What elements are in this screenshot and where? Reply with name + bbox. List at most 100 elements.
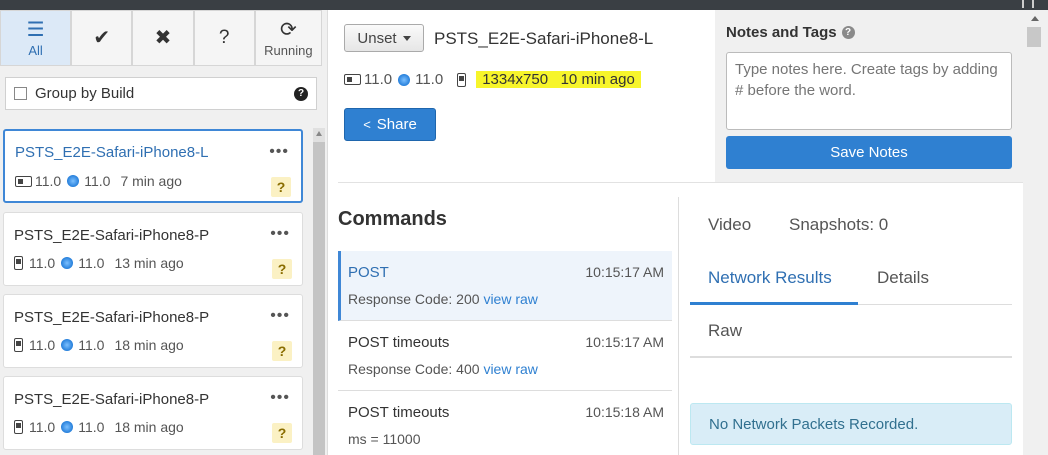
filter-bar: ☰ All ✔ ✖ ? ⟳ Running (0, 10, 322, 68)
active-tab-indicator (690, 302, 858, 305)
notes-heading: Notes and Tags ? (726, 24, 855, 41)
view-raw-link[interactable]: view raw (483, 361, 537, 377)
tab-raw[interactable]: Raw (708, 321, 742, 341)
filter-all-label: All (28, 42, 43, 58)
scrollbar-thumb[interactable] (313, 142, 325, 455)
os-version: 11.0 (35, 173, 62, 189)
build-meta: 11.0 11.0 18 min ago (14, 419, 184, 435)
browser-version: 11.0 (78, 255, 105, 271)
group-by-build-toggle[interactable]: Group by Build ? (5, 77, 317, 110)
build-name: PSTS_E2E-Safari-iPhone8-L (15, 144, 209, 161)
tab-divider (690, 356, 1012, 358)
portrait-device-icon (14, 256, 23, 270)
filter-unknown-button[interactable]: ? (193, 10, 255, 66)
top-window-strip (0, 0, 1048, 10)
group-by-build-checkbox[interactable] (14, 87, 27, 100)
build-time: 13 min ago (114, 255, 184, 271)
save-notes-button[interactable]: Save Notes (726, 136, 1012, 169)
builds-sidebar: ☰ All ✔ ✖ ? ⟳ Running Group by Build ? P… (0, 10, 328, 455)
build-time: 18 min ago (114, 419, 184, 435)
build-name: PSTS_E2E-Safari-iPhone8-P (14, 391, 210, 408)
share-label: Share (376, 116, 417, 133)
status-dropdown[interactable]: Unset (344, 24, 424, 52)
command-title: POST (348, 264, 389, 281)
status-badge: ? (272, 259, 292, 279)
portrait-device-icon (14, 338, 23, 352)
command-title: POST timeouts (348, 334, 450, 351)
tab-network-results[interactable]: Network Results (708, 268, 832, 288)
command-detail-text: Response Code: 400 (348, 361, 480, 377)
build-card[interactable]: PSTS_E2E-Safari-iPhone8-L ••• 11.0 11.0 … (3, 129, 303, 203)
page-scrollbar[interactable] (1023, 10, 1048, 455)
notes-input[interactable] (726, 52, 1012, 130)
builds-scrollbar[interactable] (313, 128, 325, 455)
filter-running-button[interactable]: ⟳ Running (254, 10, 322, 66)
safari-icon (61, 339, 74, 351)
more-options-icon[interactable]: ••• (270, 225, 290, 243)
test-meta: 11.0 11.0 1334x750 10 min ago (344, 71, 641, 88)
filter-passed-button[interactable]: ✔ (71, 10, 133, 66)
status-badge: ? (272, 423, 292, 443)
browser-version: 11.0 (78, 419, 105, 435)
help-icon[interactable]: ? (294, 86, 308, 101)
more-options-icon[interactable]: ••• (270, 307, 290, 325)
landscape-device-icon (344, 74, 361, 85)
status-dropdown-value: Unset (357, 29, 397, 47)
divider (678, 197, 679, 455)
status-badge: ? (272, 341, 292, 361)
resolution-and-time: 1334x750 10 min ago (476, 71, 641, 88)
os-version: 11.0 (29, 419, 56, 435)
more-options-icon[interactable]: ••• (269, 143, 289, 161)
tab-details[interactable]: Details (877, 268, 929, 288)
help-icon[interactable]: ? (841, 26, 855, 39)
share-icon: < (363, 117, 371, 132)
safari-icon (67, 175, 80, 187)
builds-list: PSTS_E2E-Safari-iPhone8-L ••• 11.0 11.0 … (0, 128, 310, 455)
filter-all-button[interactable]: ☰ All (0, 10, 72, 66)
safari-icon (398, 73, 411, 86)
command-time: 10:15:18 AM (585, 404, 664, 420)
build-card[interactable]: PSTS_E2E-Safari-iPhone8-P ••• 11.0 11.0 … (3, 376, 303, 450)
browser-version: 11.0 (415, 71, 444, 88)
list-icon: ☰ (26, 18, 45, 41)
more-options-icon[interactable]: ••• (270, 389, 290, 407)
notes-panel: Notes and Tags ? Save Notes (715, 10, 1023, 182)
network-alert: No Network Packets Recorded. (690, 403, 1012, 445)
x-icon: ✖ (154, 27, 172, 49)
scrollbar-thumb[interactable] (1027, 27, 1041, 47)
command-time: 10:15:17 AM (585, 264, 664, 280)
scroll-up-arrow-icon[interactable] (1031, 16, 1039, 21)
refresh-icon: ⟳ (280, 18, 297, 41)
group-by-build-label: Group by Build (35, 85, 135, 102)
command-item[interactable]: POST timeouts 10:15:18 AM ms = 11000 (338, 391, 672, 455)
portrait-device-icon (457, 72, 467, 87)
os-version: 11.0 (364, 71, 393, 88)
divider (338, 182, 1023, 183)
tab-video[interactable]: Video (708, 215, 751, 235)
landscape-device-icon (15, 175, 32, 187)
filter-failed-button[interactable]: ✖ (132, 10, 194, 66)
status-badge: ? (271, 177, 291, 197)
filter-running-label: Running (264, 42, 313, 58)
scroll-up-arrow-icon[interactable] (316, 131, 322, 136)
portrait-device-icon (14, 420, 23, 434)
build-time: 18 min ago (114, 337, 184, 353)
check-icon: ✔ (93, 27, 111, 49)
build-card[interactable]: PSTS_E2E-Safari-iPhone8-P ••• 11.0 11.0 … (3, 294, 303, 368)
command-detail: Response Code: 200 view raw (348, 291, 538, 307)
command-detail: Response Code: 400 view raw (348, 361, 538, 377)
share-button[interactable]: < Share (344, 108, 436, 141)
tab-snapshots[interactable]: Snapshots: 0 (789, 215, 888, 235)
build-meta: 11.0 11.0 18 min ago (14, 337, 184, 353)
commands-list: POST 10:15:17 AM Response Code: 200 view… (338, 251, 672, 455)
question-icon: ? (218, 27, 230, 48)
view-raw-link[interactable]: view raw (483, 291, 537, 307)
build-card[interactable]: PSTS_E2E-Safari-iPhone8-P ••• 11.0 11.0 … (3, 212, 303, 286)
command-time: 10:15:17 AM (585, 334, 664, 350)
command-item[interactable]: POST 10:15:17 AM Response Code: 200 view… (338, 251, 672, 321)
browser-version: 11.0 (78, 337, 105, 353)
command-item[interactable]: POST timeouts 10:15:17 AM Response Code:… (338, 321, 672, 391)
commands-heading: Commands (338, 208, 447, 230)
build-name: PSTS_E2E-Safari-iPhone8-P (14, 227, 210, 244)
command-detail: ms = 11000 (348, 431, 421, 447)
